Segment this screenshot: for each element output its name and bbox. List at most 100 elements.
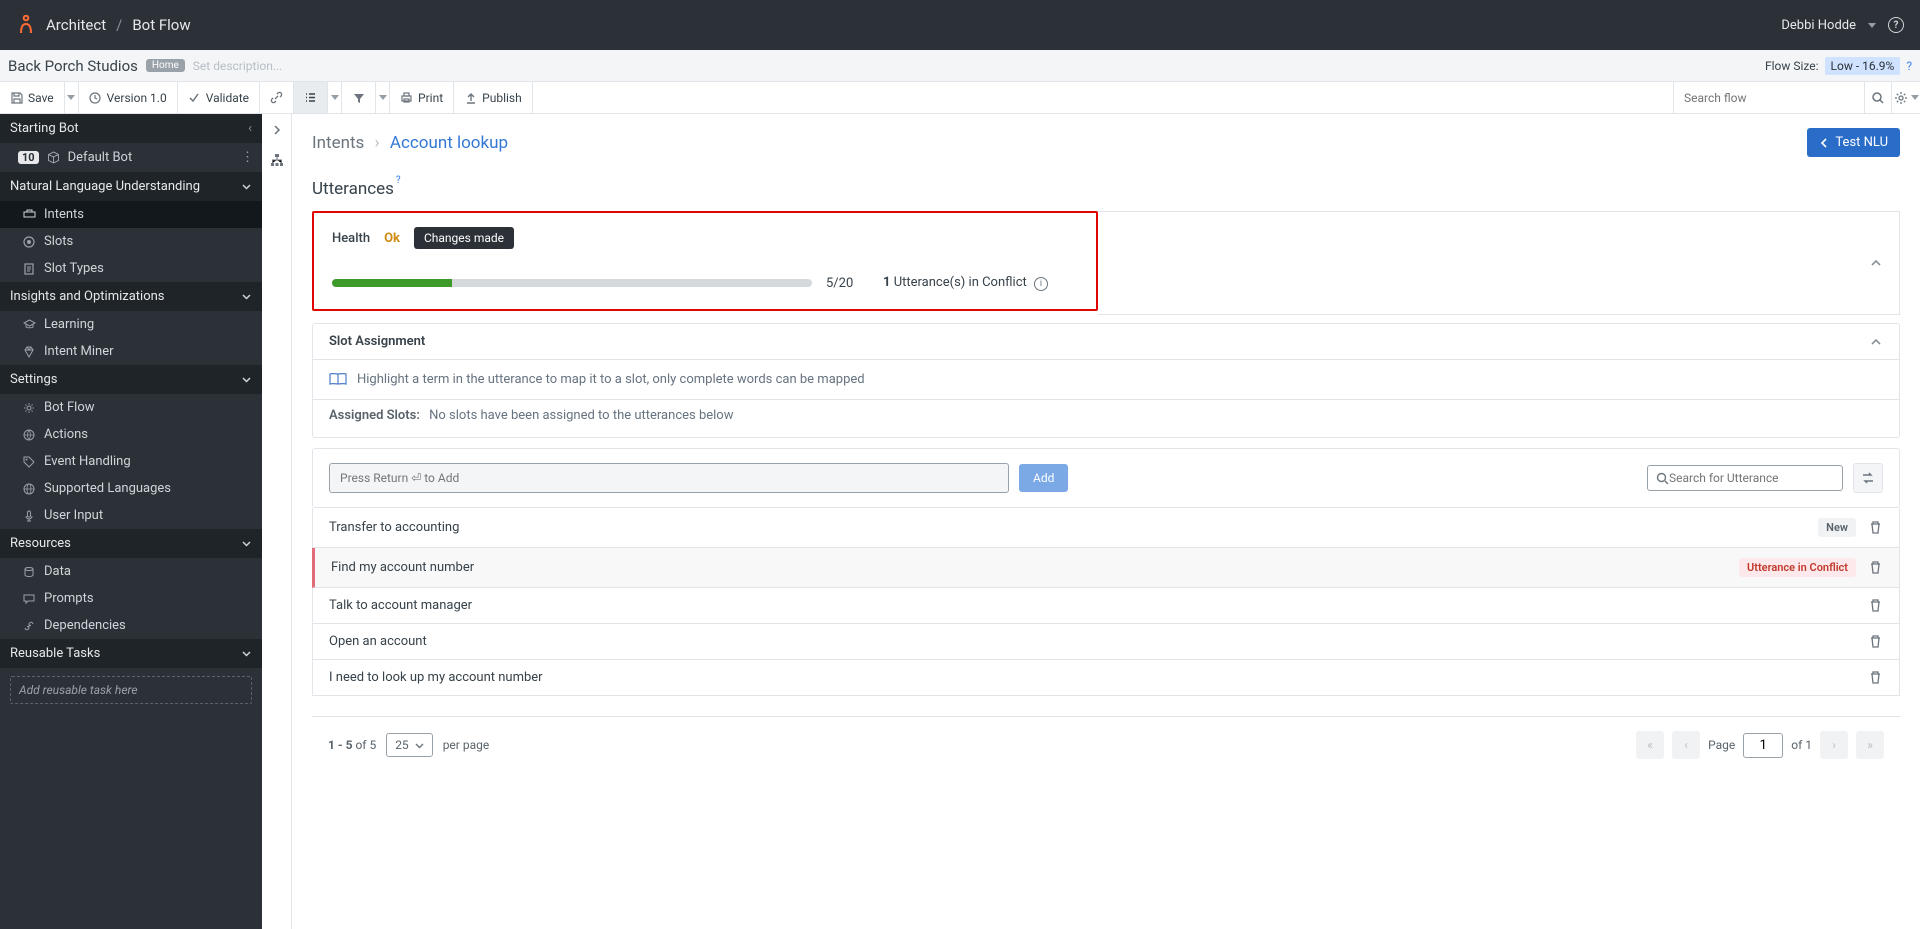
flow-size-label: Flow Size: [1765, 59, 1819, 73]
transfer-icon [1860, 470, 1876, 486]
breadcrumb-root[interactable]: Intents [312, 133, 364, 153]
save-caret[interactable] [65, 82, 79, 113]
utterance-row[interactable]: Talk to account manager [312, 588, 1900, 624]
page-next-button[interactable]: › [1820, 731, 1848, 759]
sidebar-item-slots[interactable]: Slots [0, 228, 262, 255]
section-utterances-title: Utterances? [312, 179, 1900, 199]
settings-button[interactable] [1892, 82, 1920, 113]
delete-utterance-button[interactable] [1868, 634, 1883, 649]
utterance-input[interactable] [329, 463, 1009, 493]
print-button[interactable]: Print [390, 82, 454, 113]
slot-hint-text: Highlight a term in the utterance to map… [357, 372, 865, 387]
filter-button[interactable] [342, 82, 376, 113]
language-icon [22, 483, 36, 495]
sidebar-item-event-handling[interactable]: Event Handling [0, 448, 262, 475]
diamond-icon [22, 346, 36, 358]
delete-utterance-button[interactable] [1868, 598, 1883, 613]
search-flow-button[interactable] [1864, 82, 1892, 113]
history-icon [89, 91, 102, 104]
user-menu[interactable]: Debbi Hodde [1781, 18, 1856, 33]
delete-utterance-button[interactable] [1868, 670, 1883, 685]
reusable-task-add[interactable]: Add reusable task here [10, 676, 252, 704]
sidebar-item-intent-miner[interactable]: Intent Miner [0, 338, 262, 365]
search-icon [1656, 472, 1669, 485]
sidebar-nlu-header[interactable]: Natural Language Understanding [0, 172, 262, 201]
sidebar-default-bot[interactable]: 10 Default Bot ⋮ [0, 143, 262, 172]
test-nlu-button[interactable]: Test NLU [1807, 128, 1900, 157]
brand-app-link[interactable]: Architect [46, 16, 106, 34]
chevron-up-icon[interactable] [1869, 256, 1883, 270]
search-utterance-wrap [1647, 465, 1843, 491]
count-badge: 10 [18, 151, 39, 164]
rail [262, 114, 292, 929]
assigned-slots-label: Assigned Slots: [329, 408, 420, 423]
description-placeholder[interactable]: Set description... [193, 59, 283, 73]
help-badge-icon[interactable]: ? [396, 175, 401, 186]
list-button[interactable] [294, 82, 328, 113]
add-utterance-button[interactable]: Add [1019, 464, 1068, 492]
flow-size-help-icon[interactable]: ? [1906, 59, 1912, 73]
sidebar-item-languages[interactable]: Supported Languages [0, 475, 262, 502]
chevron-down-icon [241, 648, 252, 659]
link-button[interactable] [260, 82, 294, 113]
toolbar: Save Version 1.0 Validate Print Publish [0, 82, 1920, 114]
sidebar-insights-header[interactable]: Insights and Optimizations [0, 282, 262, 311]
sidebar-reusable-header[interactable]: Reusable Tasks [0, 639, 262, 668]
rail-expand-button[interactable] [267, 120, 287, 140]
progress-text: 5/20 [826, 276, 853, 291]
sidebar-resources-header[interactable]: Resources [0, 529, 262, 558]
filter-caret[interactable] [376, 82, 390, 113]
help-icon[interactable]: ? [1888, 17, 1904, 33]
sidebar-item-user-input[interactable]: User Input [0, 502, 262, 529]
rail-tree-button[interactable] [267, 150, 287, 170]
utterance-row[interactable]: I need to look up my account number [312, 660, 1900, 696]
sidebar-item-actions[interactable]: Actions [0, 421, 262, 448]
breadcrumb-sep: / [116, 16, 122, 34]
sidebar-item-bot-flow[interactable]: Bot Flow [0, 394, 262, 421]
pagination: 1 - 5 of 5 25 per page « ‹ Page of 1 › » [312, 716, 1900, 773]
utterance-row[interactable]: Find my account numberUtterance in Confl… [312, 548, 1900, 588]
publish-button[interactable]: Publish [454, 82, 533, 113]
of-pages: of 1 [1791, 738, 1812, 752]
search-utterance-input[interactable] [1669, 471, 1834, 485]
info-icon[interactable]: i [1034, 277, 1048, 291]
page-first-button[interactable]: « [1636, 731, 1664, 759]
delete-utterance-button[interactable] [1868, 520, 1883, 535]
mic-icon [22, 510, 36, 522]
validate-button[interactable]: Validate [178, 82, 260, 113]
sidebar-item-data[interactable]: Data [0, 558, 262, 585]
conflict-summary: 1 Utterance(s) in Conflict i [883, 275, 1048, 291]
sidebar-settings-header[interactable]: Settings [0, 365, 262, 394]
page-prev-button[interactable]: ‹ [1672, 731, 1700, 759]
link-icon [270, 91, 283, 104]
page-number-input[interactable] [1743, 733, 1783, 758]
sidebar-item-prompts[interactable]: Prompts [0, 585, 262, 612]
chevron-up-icon[interactable] [1869, 335, 1883, 349]
delete-utterance-button[interactable] [1868, 560, 1883, 575]
page-last-button[interactable]: » [1856, 731, 1884, 759]
database-icon [22, 566, 36, 578]
new-badge: New [1818, 518, 1856, 537]
chat-icon [22, 593, 36, 605]
sidebar-item-learning[interactable]: Learning [0, 311, 262, 338]
search-flow-input[interactable] [1674, 82, 1864, 113]
more-icon[interactable]: ⋮ [241, 150, 254, 165]
list-caret[interactable] [328, 82, 342, 113]
sidebar-item-dependencies[interactable]: Dependencies [0, 612, 262, 639]
brand-icon [16, 15, 36, 35]
utterance-progress [332, 279, 812, 287]
changes-made-badge: Changes made [414, 227, 514, 249]
utterance-row[interactable]: Transfer to accountingNew [312, 508, 1900, 548]
page-size-select[interactable]: 25 [386, 733, 433, 757]
save-button[interactable]: Save [0, 82, 65, 113]
chevron-down-icon [241, 374, 252, 385]
transfer-utterances-button[interactable] [1853, 463, 1883, 493]
version-button[interactable]: Version 1.0 [79, 82, 178, 113]
home-badge[interactable]: Home [146, 59, 185, 72]
sidebar-starting-header[interactable]: Starting Bot ‹ [0, 114, 262, 143]
utterance-row[interactable]: Open an account [312, 624, 1900, 660]
intent-icon [22, 208, 36, 221]
sidebar-item-intents[interactable]: Intents [0, 201, 262, 228]
sidebar-item-slot-types[interactable]: Slot Types [0, 255, 262, 282]
conflict-badge: Utterance in Conflict [1739, 558, 1856, 577]
